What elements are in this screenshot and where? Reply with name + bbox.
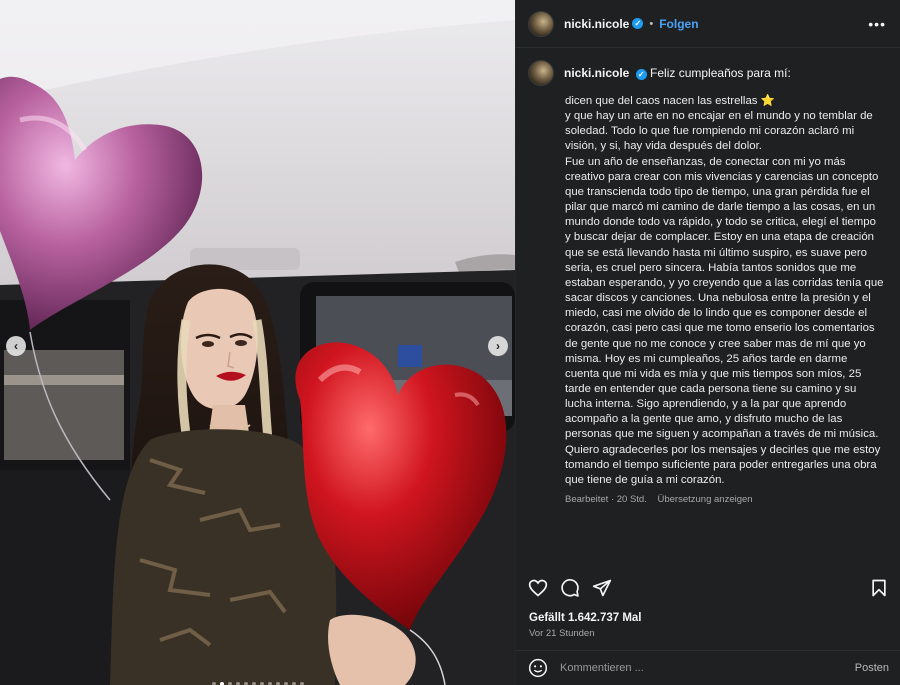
caption-text: dicen que del caos nacen las estrellas ⭐… bbox=[565, 94, 884, 488]
face bbox=[180, 288, 258, 410]
caption-avatar[interactable] bbox=[528, 60, 554, 86]
follow-button[interactable]: Folgen bbox=[659, 17, 698, 31]
edited-timestamp: Bearbeitet · 20 Std. bbox=[565, 494, 647, 506]
star-emoji-icon: ⭐ bbox=[760, 95, 775, 107]
comment-icon[interactable] bbox=[560, 578, 580, 598]
more-horizontal-icon[interactable]: ••• bbox=[868, 16, 886, 32]
comment-input[interactable] bbox=[560, 662, 855, 674]
post-comment-button[interactable]: Posten bbox=[855, 662, 889, 674]
carousel-prev-button[interactable]: ‹ bbox=[6, 336, 26, 356]
avatar[interactable] bbox=[528, 10, 554, 37]
emoji-icon[interactable] bbox=[528, 658, 548, 678]
verified-badge-icon: ✓ bbox=[635, 69, 647, 80]
post-header: nicki.nicole ✓ • Folgen ••• bbox=[516, 0, 900, 48]
caption-header: nicki.nicole ✓ Feliz cumpleaños para mí: bbox=[528, 60, 884, 86]
post-photo bbox=[0, 0, 515, 685]
like-count[interactable]: Gefällt 1.642.737 Mal bbox=[529, 612, 642, 624]
caption-line-1: dicen que del caos nacen las estrellas bbox=[565, 95, 761, 107]
outfit bbox=[110, 429, 337, 685]
post-time: Vor 21 Stunden bbox=[529, 628, 595, 639]
post-side-panel: nicki.nicole ✓ • Folgen ••• nicki.nicole… bbox=[515, 0, 900, 685]
caption-scroll-area[interactable]: nicki.nicole ✓ Feliz cumpleaños para mí:… bbox=[516, 48, 900, 572]
chevron-right-icon: › bbox=[496, 339, 500, 353]
post-media[interactable]: ‹ › bbox=[0, 0, 515, 685]
header-separator: • bbox=[649, 17, 654, 30]
comment-bar: Posten bbox=[516, 650, 900, 685]
verified-badge-icon: ✓ bbox=[632, 18, 644, 29]
caption-title: nicki.nicole ✓ Feliz cumpleaños para mí: bbox=[564, 66, 791, 80]
caption-headline: Feliz cumpleaños para mí: bbox=[650, 66, 791, 80]
carousel-indicator bbox=[0, 673, 515, 685]
share-icon[interactable] bbox=[592, 578, 612, 598]
caption-meta: Bearbeitet · 20 Std. Übersetzung anzeige… bbox=[565, 494, 884, 505]
translate-link[interactable]: Übersetzung anzeigen bbox=[658, 494, 753, 505]
carousel-next-button[interactable]: › bbox=[488, 336, 508, 356]
chevron-left-icon: ‹ bbox=[14, 339, 18, 353]
caption-body: y que hay un arte en no encajar en el mu… bbox=[565, 110, 884, 486]
bookmark-icon[interactable] bbox=[869, 578, 889, 598]
action-bar bbox=[516, 573, 900, 603]
caption-username[interactable]: nicki.nicole bbox=[564, 66, 629, 80]
heart-icon[interactable] bbox=[528, 578, 548, 598]
header-username[interactable]: nicki.nicole bbox=[564, 17, 629, 31]
